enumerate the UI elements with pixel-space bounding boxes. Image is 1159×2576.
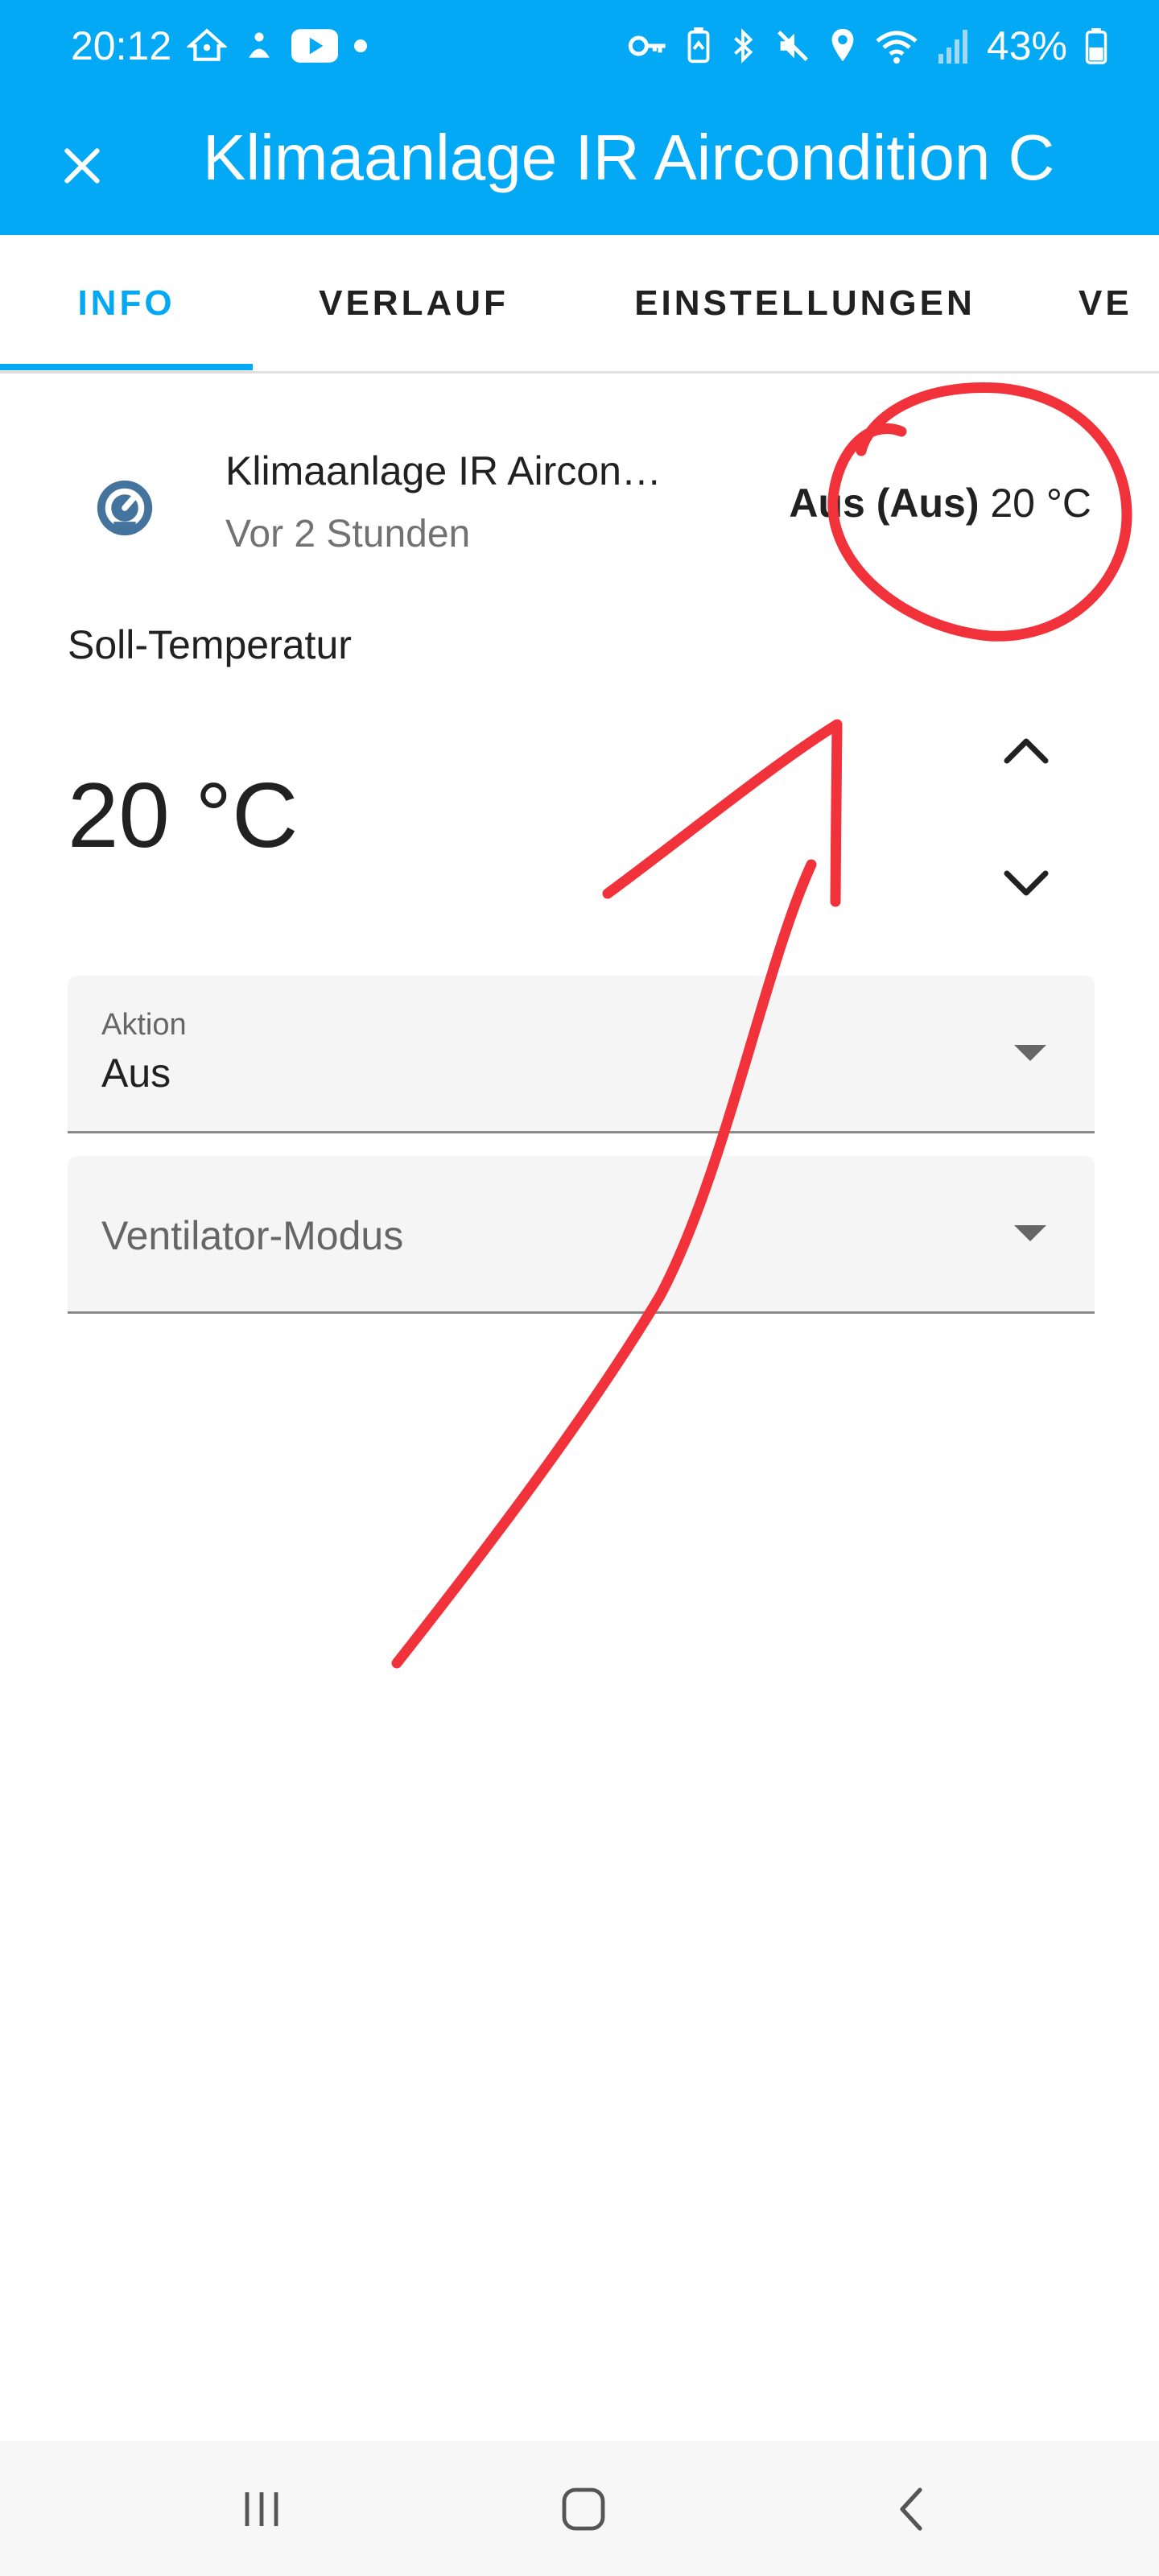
fan-mode-select[interactable]: Ventilator-Modus: [68, 1156, 1095, 1314]
temperature-down-button[interactable]: [990, 848, 1062, 921]
home-icon: [559, 2485, 608, 2533]
close-icon: [60, 143, 105, 188]
home-button[interactable]: [547, 2481, 620, 2537]
tab-overflow[interactable]: VE: [1079, 235, 1159, 371]
signal-icon: [937, 28, 969, 64]
notification-app-icon: [241, 26, 277, 66]
home-assistant-icon: [187, 26, 227, 66]
dropdown-arrow-icon: [1014, 1225, 1046, 1243]
dialog-title: Klimaanlage IR Aircondition C: [203, 122, 1055, 193]
tab-info[interactable]: INFO: [0, 235, 253, 371]
tab-verlauf[interactable]: VERLAUF: [272, 235, 555, 371]
location-icon: [829, 27, 856, 64]
entity-state-mode: Aus (Aus): [789, 481, 980, 526]
entity-state: Aus (Aus) 20 °C: [789, 480, 1091, 526]
dot-icon: [353, 38, 369, 54]
recent-apps-button[interactable]: [225, 2481, 298, 2537]
temperature-up-button[interactable]: [990, 713, 1062, 786]
app-bar: Klimaanlage IR Aircondition C: [0, 97, 1159, 235]
hvac-action-select[interactable]: Aktion Aus: [68, 976, 1095, 1133]
vpn-key-icon: [628, 30, 668, 62]
entity-name: Klimaanlage IR Aircon…: [225, 448, 662, 493]
select-label: Aktion: [101, 1008, 187, 1042]
battery-icon: [1085, 27, 1107, 64]
select-placeholder: Ventilator-Modus: [101, 1213, 404, 1258]
target-temperature-label: Soll-Temperatur: [68, 622, 352, 667]
tab-einstellungen[interactable]: EINSTELLUNGEN: [596, 235, 1014, 371]
chevron-up-icon: [1002, 733, 1050, 766]
battery-percent: 43%: [986, 23, 1067, 68]
back-icon: [894, 2485, 926, 2533]
select-value: Aus: [101, 1051, 171, 1096]
wifi-icon: [874, 27, 919, 64]
back-button[interactable]: [874, 2481, 947, 2537]
thermostat-icon: [92, 475, 158, 541]
active-tab-indicator: [0, 364, 253, 370]
youtube-icon: [291, 28, 338, 64]
system-nav-bar: [0, 2441, 1159, 2576]
tab-bar: INFO VERLAUF EINSTELLUNGEN VE: [0, 235, 1159, 374]
entity-state-temperature: 20 °C: [990, 481, 1091, 526]
status-bar: 20:12 43%: [0, 0, 1159, 97]
entity-last-changed: Vor 2 Stunden: [225, 513, 471, 555]
chevron-down-icon: [1002, 869, 1050, 901]
dropdown-arrow-icon: [1014, 1045, 1046, 1063]
target-temperature-value: 20 °C: [68, 765, 299, 867]
recent-apps-icon: [239, 2489, 284, 2529]
more-info-dialog: 20:12 43% Klimaanlage IR Aircondition C …: [0, 0, 1159, 2576]
annotation-arrow-head: [602, 719, 843, 907]
bluetooth-icon: [729, 27, 757, 64]
close-button[interactable]: [47, 130, 118, 201]
status-time: 20:12: [71, 23, 172, 68]
mute-icon: [774, 27, 811, 64]
battery-saver-icon: [686, 27, 711, 64]
